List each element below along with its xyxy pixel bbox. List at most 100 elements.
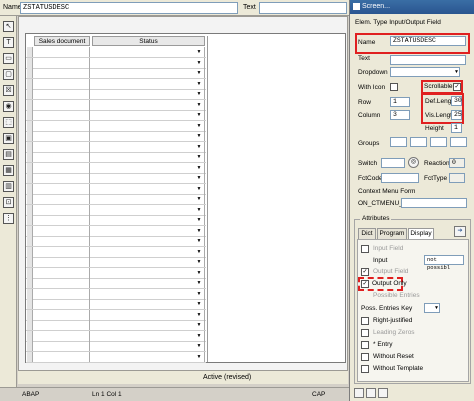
tab-dict[interactable]: Dict [358, 228, 376, 239]
status-dropdown-cell[interactable]: ▼ [92, 194, 205, 204]
sales-document-cell[interactable] [34, 299, 90, 309]
status-dropdown-cell[interactable]: ▼ [92, 330, 205, 341]
row-selector[interactable] [27, 351, 33, 362]
output-only-checkbox[interactable]: ✓ [361, 280, 369, 288]
input-field-icon[interactable]: ▭ [3, 53, 14, 64]
status-dropdown-cell[interactable]: ▼ [92, 141, 205, 152]
group-field-2[interactable] [410, 137, 427, 147]
chevron-down-icon[interactable]: ▼ [195, 153, 203, 161]
row-selector[interactable] [27, 194, 33, 204]
height-field[interactable]: 1 [451, 123, 462, 133]
sales-document-cell[interactable] [34, 68, 90, 78]
column-header-status[interactable]: Status [92, 36, 205, 46]
chevron-down-icon[interactable]: ▼ [195, 206, 203, 214]
status-dropdown-cell[interactable]: ▼ [92, 120, 205, 131]
sales-document-cell[interactable] [34, 267, 90, 278]
sales-document-cell[interactable] [34, 309, 90, 320]
sales-document-cell[interactable] [34, 288, 90, 299]
sales-document-cell[interactable] [34, 236, 90, 246]
sales-document-cell[interactable] [34, 47, 90, 57]
chevron-down-icon[interactable]: ▼ [195, 122, 203, 130]
chevron-down-icon[interactable]: ▼ [195, 101, 203, 109]
dropdown-select[interactable]: ▼ [390, 67, 460, 77]
panel-text-field[interactable] [390, 55, 466, 65]
subscreen-icon[interactable]: ▣ [3, 133, 14, 144]
with-icon-checkbox[interactable] [390, 83, 398, 91]
sales-document-cell[interactable] [34, 152, 90, 162]
sales-document-cell[interactable] [34, 162, 90, 173]
sales-document-cell[interactable] [34, 351, 90, 362]
sales-document-cell[interactable] [34, 120, 90, 131]
status-dropdown-cell[interactable]: ▼ [92, 68, 205, 78]
navigate-arrow-icon[interactable]: ➔ [454, 226, 466, 237]
without-reset-checkbox[interactable] [361, 353, 369, 361]
sales-document-cell[interactable] [34, 330, 90, 341]
chevron-down-icon[interactable]: ▼ [195, 90, 203, 98]
status-dropdown-cell[interactable]: ▼ [92, 152, 205, 162]
chevron-down-icon[interactable]: ▼ [195, 111, 203, 119]
chevron-down-icon[interactable]: ▼ [195, 69, 203, 77]
switch-field[interactable] [381, 158, 405, 168]
sales-document-cell[interactable] [34, 173, 90, 183]
column-field[interactable]: 3 [390, 110, 410, 120]
def-length-field[interactable]: 30 [451, 96, 462, 106]
row-selector[interactable] [27, 309, 33, 320]
row-selector[interactable] [27, 236, 33, 246]
row-selector[interactable] [27, 215, 33, 225]
chevron-down-icon[interactable]: ▼ [195, 290, 203, 298]
chevron-down-icon[interactable]: ▼ [195, 300, 203, 308]
status-icon-icon[interactable]: ⊡ [3, 197, 14, 208]
chevron-down-icon[interactable]: ▼ [195, 248, 203, 256]
poss-entries-key-select[interactable]: ▼ [424, 303, 440, 313]
row-selector[interactable] [27, 278, 33, 288]
sales-document-cell[interactable] [34, 257, 90, 267]
sales-document-cell[interactable] [34, 183, 90, 194]
tabstrip-icon[interactable]: ▤ [3, 149, 14, 160]
status-dropdown-cell[interactable]: ▼ [92, 246, 205, 257]
sales-document-cell[interactable] [34, 131, 90, 141]
row-selector[interactable] [27, 162, 33, 173]
status-dropdown-cell[interactable]: ▼ [92, 89, 205, 99]
without-template-checkbox[interactable] [361, 365, 369, 373]
sales-document-cell[interactable] [34, 225, 90, 236]
step-loop-icon[interactable]: ⋮ [3, 213, 14, 224]
context-menu-field[interactable] [401, 198, 467, 208]
status-dropdown-cell[interactable]: ▼ [92, 309, 205, 320]
row-selector[interactable] [27, 299, 33, 309]
group-field-4[interactable] [450, 137, 467, 147]
row-selector[interactable] [27, 246, 33, 257]
chevron-down-icon[interactable]: ▼ [195, 311, 203, 319]
panel-name-field[interactable]: ZSTATUSDESC [390, 36, 466, 46]
sales-document-cell[interactable] [34, 278, 90, 288]
row-selector[interactable] [27, 120, 33, 131]
status-dropdown-cell[interactable]: ▼ [92, 183, 205, 194]
tab-display[interactable]: Display [408, 228, 434, 239]
scrollable-checkbox[interactable]: ✓ [453, 83, 461, 91]
sales-document-cell[interactable] [34, 320, 90, 330]
sales-document-cell[interactable] [34, 246, 90, 257]
chevron-down-icon[interactable]: ▼ [195, 185, 203, 193]
status-dropdown-cell[interactable]: ▼ [92, 278, 205, 288]
row-selector[interactable] [27, 110, 33, 120]
row-selector[interactable] [27, 320, 33, 330]
status-dropdown-cell[interactable]: ▼ [92, 341, 205, 351]
status-dropdown-cell[interactable]: ▼ [92, 47, 205, 57]
chevron-down-icon[interactable]: ▼ [195, 342, 203, 350]
chevron-down-icon[interactable]: ▼ [195, 237, 203, 245]
sales-document-cell[interactable] [34, 204, 90, 215]
status-dropdown-cell[interactable]: ▼ [92, 173, 205, 183]
row-selector[interactable] [27, 267, 33, 278]
status-dropdown-cell[interactable]: ▼ [92, 215, 205, 225]
sales-document-cell[interactable] [34, 341, 90, 351]
row-selector[interactable] [27, 68, 33, 78]
group-field-3[interactable] [430, 137, 447, 147]
row-selector[interactable] [27, 173, 33, 183]
leading-zeros-checkbox[interactable] [361, 329, 369, 337]
status-dropdown-cell[interactable]: ▼ [92, 225, 205, 236]
panel-tool-1-icon[interactable] [354, 388, 364, 398]
row-selector[interactable] [27, 99, 33, 110]
chevron-down-icon[interactable]: ▼ [195, 258, 203, 266]
chevron-down-icon[interactable]: ▼ [195, 227, 203, 235]
status-dropdown-cell[interactable]: ▼ [92, 110, 205, 120]
chevron-down-icon[interactable]: ▼ [195, 143, 203, 151]
